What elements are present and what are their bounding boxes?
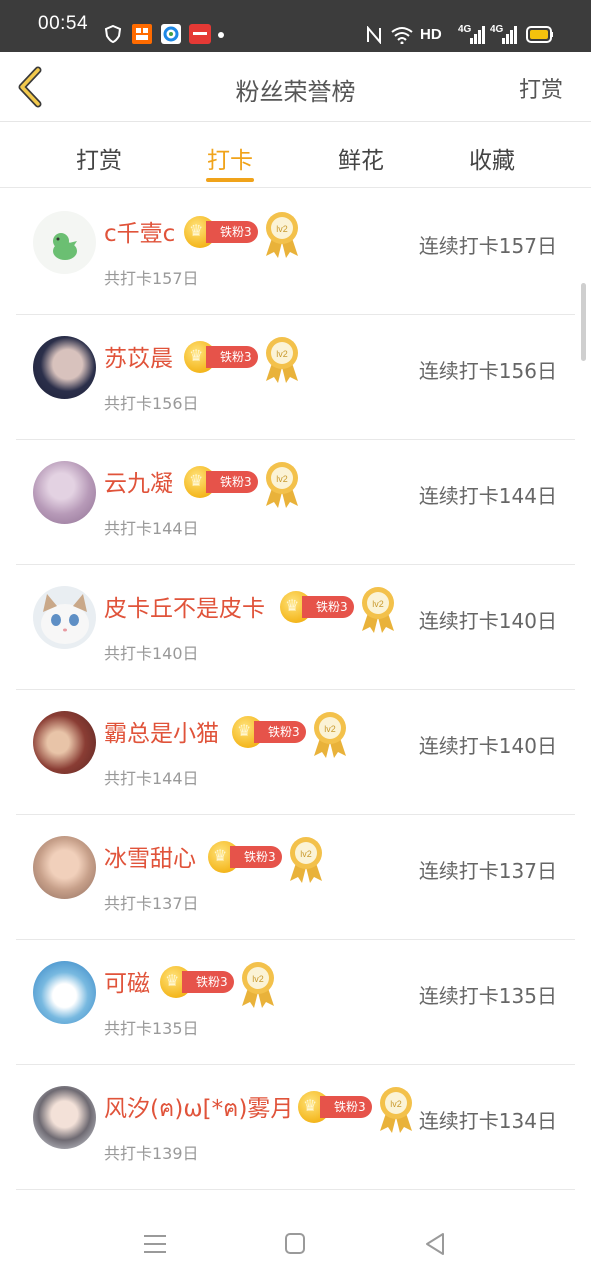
fan-level-badge: 铁粉3 (206, 471, 258, 493)
user-name: 风汐(ฅ)ω[*ฅ)雾月 (104, 1096, 294, 1122)
total-checkins: 共打卡144日 (104, 519, 199, 538)
avatar (33, 961, 96, 1024)
svg-text:lv2: lv2 (324, 724, 336, 734)
signal-icon-2 (502, 26, 517, 44)
avatar (33, 336, 96, 399)
list-item[interactable]: c千壹c ♛ 铁粉3 lv2 共打卡157日 连续打卡157日 (0, 190, 591, 315)
level-medal-icon: lv2 (362, 587, 394, 633)
svg-text:lv2: lv2 (300, 849, 312, 859)
fan-level-badge: 铁粉3 (182, 971, 234, 993)
fan-level-badge: 铁粉3 (254, 721, 306, 743)
battery-icon (526, 26, 553, 43)
total-checkins: 共打卡135日 (104, 1019, 199, 1038)
streak-checkins: 连续打卡140日 (418, 734, 557, 758)
tip-button[interactable]: 打赏 (519, 72, 563, 104)
avatar (33, 836, 96, 899)
fan-level-badge: 铁粉3 (302, 596, 354, 618)
shield-icon (104, 25, 122, 43)
avatar (33, 1086, 96, 1149)
status-bar: 00:54 HD 4G 4G (0, 0, 591, 52)
streak-checkins: 连续打卡156日 (418, 359, 557, 383)
signal-icon-1 (470, 26, 485, 44)
level-medal-icon: lv2 (266, 337, 298, 383)
streak-checkins: 连续打卡137日 (418, 859, 557, 883)
dinosaur-avatar-icon (53, 233, 77, 260)
total-checkins: 共打卡137日 (104, 894, 199, 913)
svg-text:lv2: lv2 (276, 224, 288, 234)
svg-text:lv2: lv2 (276, 474, 288, 484)
tab-tip[interactable]: 打赏 (76, 141, 122, 175)
level-medal-icon: lv2 (290, 837, 322, 883)
back-triangle-icon[interactable] (425, 1232, 445, 1256)
list-item[interactable]: 可磁 ♛ 铁粉3 lv2 共打卡135日 连续打卡135日 (0, 940, 591, 1065)
tab-bar: 打赏 打卡 鲜花 收藏 (0, 123, 591, 188)
list-item[interactable]: 苏苡晨 ♛ 铁粉3 lv2 共打卡156日 连续打卡156日 (0, 315, 591, 440)
user-name: 可磁 (104, 971, 150, 997)
status-time: 00:54 (38, 13, 89, 34)
list-item[interactable]: 风汐(ฅ)ω[*ฅ)雾月 ♛ 铁粉3 lv2 共打卡139日 连续打卡134日 (0, 1065, 591, 1190)
page-title: 粉丝荣誉榜 (235, 78, 356, 106)
streak-checkins: 连续打卡135日 (418, 984, 557, 1008)
hd-label: HD (420, 26, 442, 43)
app-colorful-icon (161, 24, 181, 44)
total-checkins: 共打卡144日 (104, 769, 199, 788)
total-checkins: 共打卡139日 (104, 1144, 199, 1163)
streak-checkins: 连续打卡134日 (418, 1109, 557, 1133)
cat-avatar-icon (41, 594, 89, 644)
home-square-icon[interactable] (285, 1233, 305, 1255)
fan-level-badge: 铁粉3 (206, 221, 258, 243)
user-name: 云九凝 (104, 471, 173, 497)
svg-text:lv2: lv2 (390, 1099, 402, 1109)
list-item[interactable]: 冰雪甜心 ♛ 铁粉3 lv2 共打卡137日 连续打卡137日 (0, 815, 591, 940)
tab-flowers[interactable]: 鲜花 (338, 141, 384, 175)
level-medal-icon: lv2 (266, 212, 298, 258)
user-name: 霸总是小猫 (104, 721, 219, 747)
fan-level-badge: 铁粉3 (206, 346, 258, 368)
list-item[interactable]: 霸总是小猫 ♛ 铁粉3 lv2 共打卡144日 连续打卡140日 (0, 690, 591, 815)
list-item[interactable]: 皮卡丘不是皮卡 ♛ 铁粉3 lv2 共打卡140日 连续打卡140日 (0, 565, 591, 690)
svg-text:lv2: lv2 (276, 349, 288, 359)
total-checkins: 共打卡140日 (104, 644, 199, 663)
total-checkins: 共打卡156日 (104, 394, 199, 413)
list-item[interactable]: 云九凝 ♛ 铁粉3 lv2 共打卡144日 连续打卡144日 (0, 440, 591, 565)
fan-level-badge: 铁粉3 (320, 1096, 372, 1118)
user-name: 苏苡晨 (104, 346, 173, 372)
level-medal-icon: lv2 (242, 962, 274, 1008)
list-scrollbar[interactable] (581, 283, 586, 361)
top-app-bar: 粉丝荣誉榜 打赏 (0, 52, 591, 122)
nfc-icon (367, 26, 381, 44)
level-medal-icon: lv2 (266, 462, 298, 508)
streak-checkins: 连续打卡140日 (418, 609, 557, 633)
tab-favorites[interactable]: 收藏 (469, 141, 515, 175)
tab-checkin[interactable]: 打卡 (207, 141, 253, 175)
streak-checkins: 连续打卡157日 (418, 234, 557, 258)
fan-level-badge: 铁粉3 (230, 846, 282, 868)
user-name: c千壹c (104, 221, 176, 247)
wifi-icon (391, 27, 413, 44)
app-red-icon (189, 24, 211, 44)
user-name: 皮卡丘不是皮卡 (104, 596, 265, 622)
svg-text:lv2: lv2 (252, 974, 264, 984)
total-checkins: 共打卡157日 (104, 269, 199, 288)
app-orange-icon (132, 24, 152, 44)
level-medal-icon: lv2 (314, 712, 346, 758)
menu-icon[interactable] (144, 1234, 166, 1254)
user-name: 冰雪甜心 (104, 846, 196, 872)
dot-icon (218, 32, 224, 38)
avatar (33, 711, 96, 774)
level-medal-icon: lv2 (380, 1087, 412, 1133)
avatar (33, 211, 96, 274)
avatar (33, 461, 96, 524)
system-nav-bar (0, 1200, 591, 1280)
streak-checkins: 连续打卡144日 (418, 484, 557, 508)
active-tab-indicator (206, 178, 254, 182)
svg-text:lv2: lv2 (372, 599, 384, 609)
divider (16, 1189, 575, 1190)
avatar (33, 586, 96, 649)
